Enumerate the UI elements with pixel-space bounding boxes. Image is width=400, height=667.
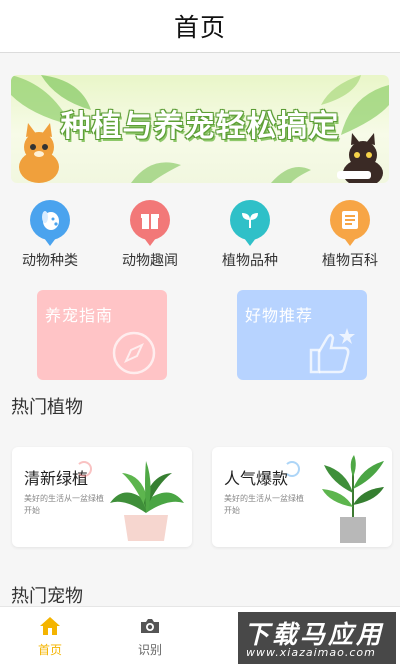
home-icon (40, 617, 60, 635)
plant-description: 美好的生活从一盆绿植开始 (24, 494, 104, 515)
dog-icon (30, 200, 70, 246)
category-plant-varieties[interactable]: 植物品种 (200, 200, 300, 275)
plant-description: 美好的生活从一盆绿植开始 (224, 494, 304, 515)
tall-plant-icon (322, 455, 384, 543)
book-icon (330, 200, 370, 246)
banner-headline: 种植与养宠轻松搞定 (60, 109, 340, 144)
compass-icon (112, 331, 156, 375)
category-label: 植物品种 (222, 253, 278, 269)
recommended-goods-card[interactable]: 好物推荐 (237, 290, 367, 380)
hot-plants-heading: 热门植物 (11, 397, 83, 418)
category-animal-species[interactable]: 动物种类 (0, 200, 100, 275)
gift-icon (130, 200, 170, 246)
tab-identify[interactable]: 识别 (100, 607, 200, 667)
pet-guide-card[interactable]: 养宠指南 (37, 290, 167, 380)
decor-ring (76, 461, 92, 477)
category-label: 植物百科 (322, 253, 378, 269)
tab-label: 识别 (137, 643, 162, 657)
camera-icon (141, 619, 159, 633)
watermark: 下载马应用 www.xiazaimao.com (238, 612, 396, 664)
card-title: 养宠指南 (45, 306, 114, 325)
promo-banner[interactable]: 种植与养宠轻松搞定 (11, 75, 389, 183)
category-label: 动物种类 (22, 253, 78, 269)
plant-card-fresh-green[interactable]: 清新绿植 美好的生活从一盆绿植开始 (12, 447, 192, 547)
category-grid: 动物种类 动物趣闻 植物品种 植物百科 (0, 200, 400, 275)
page-title: 首页 (173, 13, 226, 42)
watermark-site: www.xiazaimao.com (246, 646, 376, 659)
potted-plant-icon (110, 461, 184, 541)
top-nav-bar: 首页 (0, 0, 400, 53)
tab-label: 首页 (37, 643, 62, 657)
tab-home[interactable]: 首页 (0, 607, 100, 667)
category-plant-encyclopedia[interactable]: 植物百科 (300, 200, 400, 275)
thumbs-up-icon (309, 328, 355, 374)
sprout-icon (230, 200, 270, 246)
plant-card-popular[interactable]: 人气爆款 美好的生活从一盆绿植开始 (212, 447, 392, 547)
category-animal-fun-facts[interactable]: 动物趣闻 (100, 200, 200, 275)
hot-pets-heading: 热门宠物 (11, 586, 83, 607)
decor-ring (284, 461, 300, 477)
plant-name: 人气爆款 (224, 469, 289, 488)
category-label: 动物趣闻 (122, 253, 178, 269)
